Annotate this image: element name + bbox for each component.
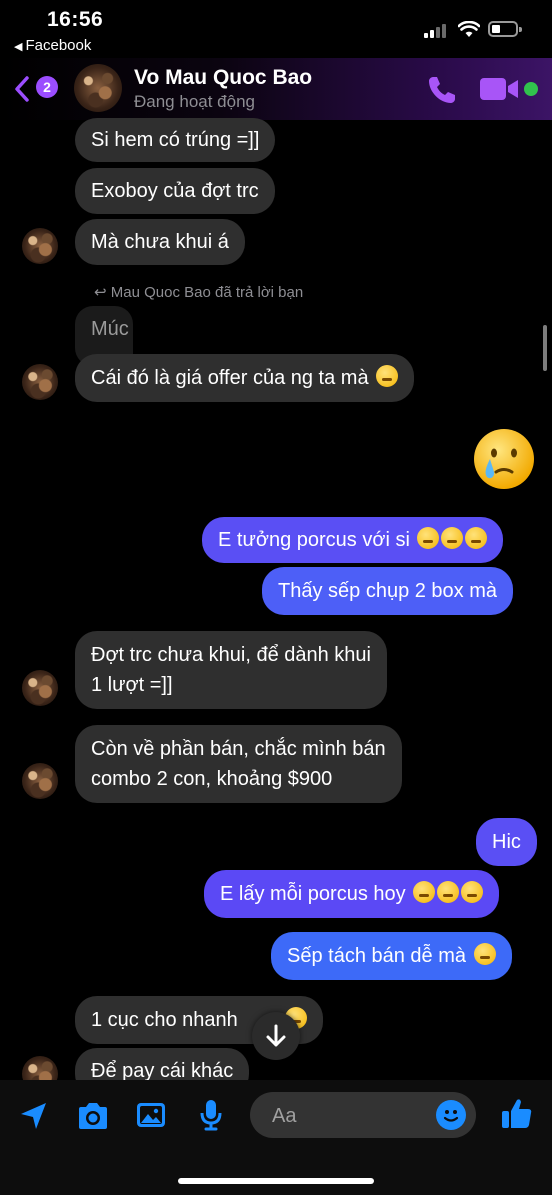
- crying-face-emoji-icon: [465, 527, 488, 549]
- chat-header: 2 Vo Mau Quoc Bao Đang hoạt động: [0, 58, 552, 120]
- sender-avatar[interactable]: [22, 364, 58, 400]
- message-bubble-outgoing[interactable]: Thấy sếp chụp 2 box mà: [262, 567, 514, 615]
- back-app-label: Facebook: [25, 37, 92, 54]
- cellular-signal-icon: [424, 24, 446, 38]
- crying-face-emoji-icon: [437, 881, 460, 903]
- crying-face-emoji-icon: [413, 881, 436, 903]
- crying-face-emoji-icon: [441, 527, 464, 549]
- status-bar: 16:56 ◀ Facebook: [0, 0, 552, 60]
- camera-icon[interactable]: [76, 1101, 110, 1131]
- grinning-sweat-emoji-icon: [376, 365, 399, 387]
- message-bubble-incoming[interactable]: Exoboy của đợt trc: [75, 168, 275, 214]
- message-composer: [0, 1080, 552, 1195]
- rolling-laughing-emoji-icon: [473, 943, 496, 965]
- sender-avatar[interactable]: [22, 670, 58, 706]
- message-text: 1 cục cho nhanh: [91, 1009, 238, 1031]
- reply-note-text: Mau Quoc Bao đã trả lời bạn: [110, 284, 304, 301]
- back-to-app-link[interactable]: ◀ Facebook: [14, 37, 91, 54]
- photo-gallery-icon[interactable]: [135, 1100, 167, 1130]
- message-bubble-incoming[interactable]: Si hem có trúng =]]: [75, 118, 276, 162]
- message-text: E tưởng porcus với si: [218, 529, 410, 551]
- message-text-line: 1 lượt =]]: [91, 674, 173, 696]
- message-input-field[interactable]: [250, 1092, 476, 1140]
- back-triangle-icon: ◀: [14, 41, 23, 53]
- message-bubble-incoming[interactable]: Đợt trc chưa khui, để dành khui 1 lượt =…: [75, 631, 387, 709]
- video-call-icon[interactable]: [480, 76, 520, 102]
- location-arrow-icon[interactable]: [18, 1100, 50, 1132]
- phone-call-icon[interactable]: [426, 74, 458, 106]
- thumbs-up-icon[interactable]: [500, 1096, 534, 1132]
- back-button[interactable]: 2: [14, 74, 64, 104]
- battery-icon: [488, 21, 522, 37]
- chevron-left-icon: [15, 76, 29, 102]
- arrow-down-icon: [266, 1024, 286, 1047]
- message-bubble-incoming[interactable]: Mà chưa khui á: [75, 219, 245, 265]
- active-status-dot: [524, 82, 538, 96]
- message-bubble-outgoing[interactable]: E tưởng porcus với si: [202, 517, 504, 563]
- message-text: E lấy mỗi porcus hoy: [220, 883, 406, 905]
- message-input[interactable]: [270, 1092, 424, 1140]
- message-bubble-outgoing[interactable]: Sếp tách bán dễ mà: [271, 932, 512, 980]
- reply-indicator: ↩ Mau Quoc Bao đã trả lời bạn: [94, 283, 303, 301]
- crying-face-emoji-icon[interactable]: [472, 427, 536, 491]
- sender-avatar[interactable]: [22, 763, 58, 799]
- message-text: Sếp tách bán dễ mà: [287, 945, 467, 967]
- message-bubble-incoming[interactable]: Còn về phần bán, chắc mình bán combo 2 c…: [75, 725, 402, 803]
- microphone-icon[interactable]: [198, 1098, 224, 1132]
- contact-status: Đang hoạt động: [134, 92, 255, 111]
- scrollbar[interactable]: [543, 325, 547, 371]
- crying-face-emoji-icon: [461, 881, 484, 903]
- wifi-icon: [458, 21, 480, 37]
- sender-avatar[interactable]: [22, 228, 58, 264]
- crying-face-emoji-icon: [417, 527, 440, 549]
- reply-arrow-icon: ↩: [94, 284, 107, 301]
- message-text: Cái đó là giá offer của ng ta mà: [91, 367, 369, 389]
- unread-count-badge: 2: [36, 76, 58, 98]
- messenger-chat-screen: 16:56 ◀ Facebook 2 Vo Mau Quoc Bao Đang …: [0, 0, 552, 1195]
- status-time: 16:56: [47, 8, 104, 31]
- message-text-line: combo 2 con, khoảng $900: [91, 768, 333, 790]
- emoji-picker-icon[interactable]: [436, 1100, 466, 1130]
- contact-name[interactable]: Vo Mau Quoc Bao: [134, 66, 312, 90]
- home-indicator[interactable]: [178, 1178, 374, 1184]
- message-text-line: Đợt trc chưa khui, để dành khui: [91, 644, 371, 666]
- message-bubble-incoming[interactable]: Cái đó là giá offer của ng ta mà: [75, 354, 415, 402]
- message-bubble-outgoing[interactable]: E lấy mỗi porcus hoy: [204, 870, 500, 918]
- contact-avatar[interactable]: [74, 64, 122, 112]
- message-text-line: Còn về phần bán, chắc mình bán: [91, 738, 386, 760]
- message-bubble-outgoing[interactable]: Hic: [476, 818, 537, 866]
- scroll-to-bottom-button[interactable]: [252, 1012, 300, 1060]
